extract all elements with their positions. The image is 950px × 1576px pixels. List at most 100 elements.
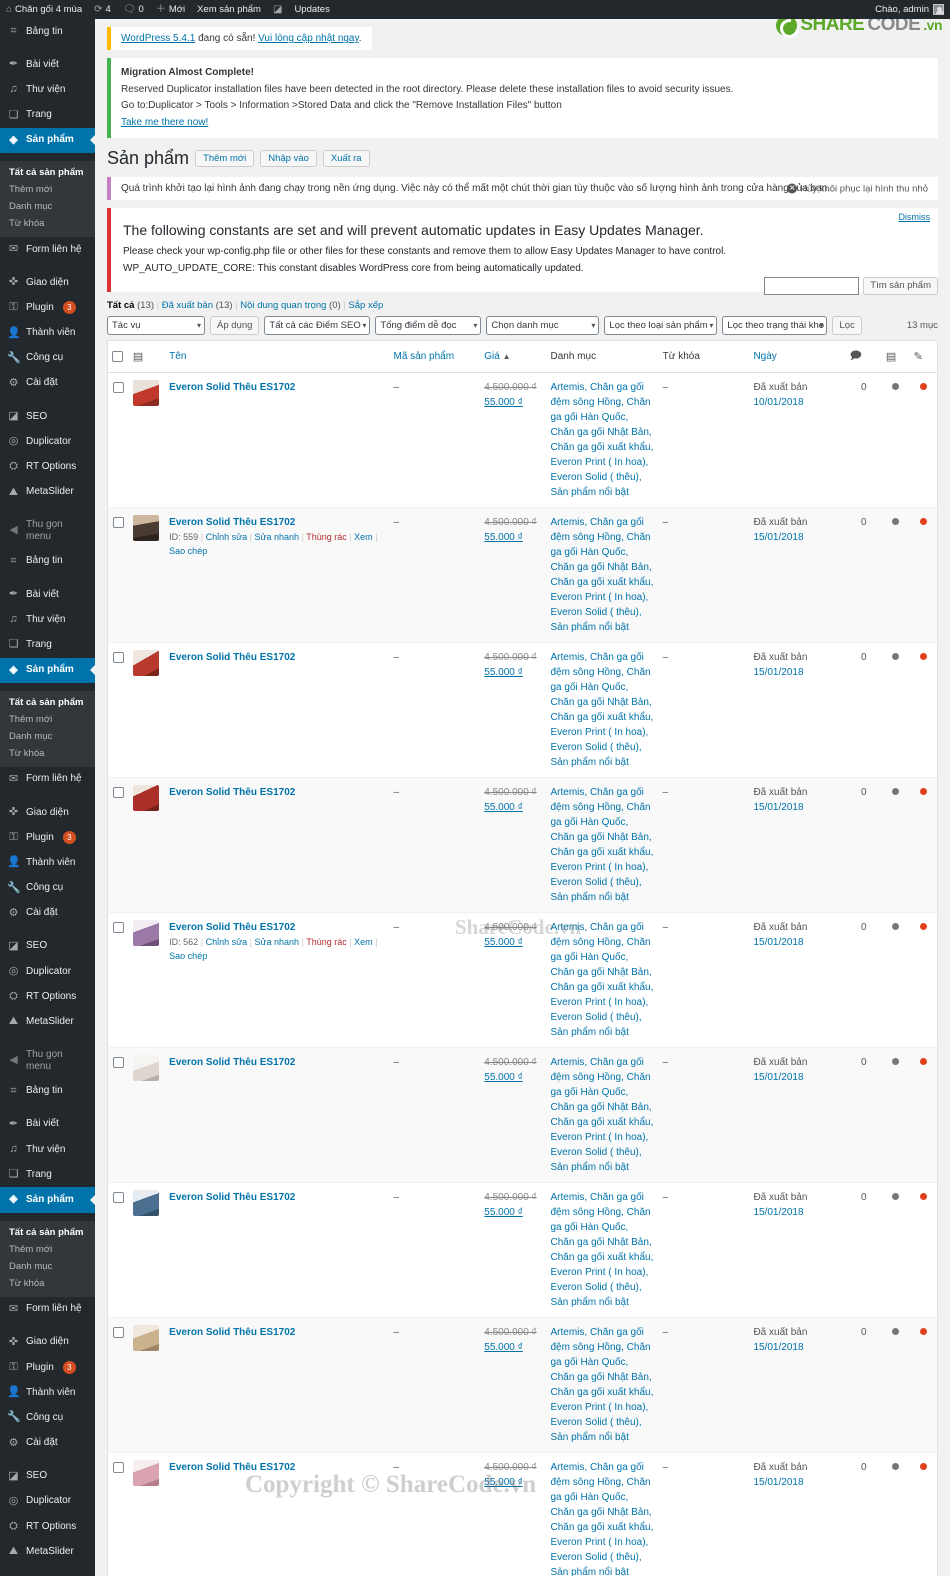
collapse-menu-button[interactable]: ◀Thu gọn menu [0, 1572, 95, 1576]
sidebar-item-plugins[interactable]: ⚿ Plugin 3 [0, 295, 95, 320]
row-checkbox[interactable] [112, 516, 124, 528]
row-checkbox[interactable] [112, 921, 124, 933]
price-column-label[interactable]: Giá [484, 351, 500, 362]
row-action-edit[interactable]: Chỉnh sửa [206, 532, 248, 542]
sidebar-item-seo[interactable]: ◪ SEO [0, 1464, 95, 1489]
table-row[interactable]: Everon Solid Thêu ES1702–4.500.000 ₫ 55.0… [107, 372, 938, 508]
adminbar-seo[interactable]: ◪ [267, 0, 288, 19]
sidebar-item-appearance[interactable]: ✜ Giao diện [0, 800, 95, 825]
select-all-checkbox[interactable] [112, 350, 123, 362]
row-action-quick-edit[interactable]: Sửa nhanh [255, 532, 300, 542]
sidebar-item-duplicator[interactable]: ◎ Duplicator [0, 959, 95, 984]
sidebar-item-plugins[interactable]: ⚿ Plugin 3 [0, 825, 95, 850]
row-checkbox[interactable] [112, 786, 124, 798]
sidebar-item-plugins[interactable]: ⚿ Plugin 3 [0, 1355, 95, 1380]
notice-update-link-action[interactable]: Vui lòng cập nhật ngay [258, 33, 359, 44]
sidebar-item-products[interactable]: ◈ Sản phẩm [0, 1187, 95, 1213]
adminbar-howdy[interactable]: Chào, admin [875, 4, 950, 15]
submenu-item-danh-mục[interactable]: Danh mục [0, 198, 95, 215]
sidebar-item-contact-form[interactable]: ✉ Form liên hệ [0, 767, 95, 792]
name-column-label[interactable]: Tên [169, 351, 186, 362]
sidebar-item-posts[interactable]: ✒ Bài viết [0, 1112, 95, 1137]
filter-sort[interactable]: Sắp xếp [348, 300, 383, 311]
admin-sidebar[interactable]: ⌗ Bảng tin ✒ Bài viết ♫ Thư viện ❏ Trang ◈ Sản ph… [0, 19, 95, 1576]
submenu-item-thêm-mới[interactable]: Thêm mới [0, 181, 95, 198]
row-checkbox[interactable] [112, 1191, 124, 1203]
select-all-header[interactable] [107, 340, 129, 373]
date-column-header[interactable]: Ngày [749, 340, 846, 373]
adminbar-site[interactable]: ⌂ Chăn gối 4 mùa [0, 0, 88, 19]
row-select-cell[interactable] [107, 507, 129, 643]
search-button[interactable]: Tìm sản phẩm [863, 277, 938, 295]
row-select-cell[interactable] [107, 372, 129, 508]
notice-duplicator-link[interactable]: Take me there now! [121, 117, 208, 128]
product-name-link[interactable]: Everon Solid Thêu ES1702 [169, 380, 385, 395]
seo-score-filter[interactable]: Tất cả các Điểm SEO [264, 316, 371, 335]
sidebar-item-contact-form[interactable]: ✉ Form liên hệ [0, 237, 95, 262]
publish-date[interactable]: 15/01/2018 [753, 1475, 841, 1490]
sidebar-item-pages[interactable]: ❏ Trang [0, 1162, 95, 1187]
publish-date[interactable]: 10/01/2018 [753, 395, 841, 410]
submenu-item-từ-khóa[interactable]: Từ khóa [0, 215, 95, 232]
product-name-link[interactable]: Everon Solid Thêu ES1702 [169, 1325, 385, 1340]
sidebar-item-pages[interactable]: ❏ Trang [0, 632, 95, 657]
sidebar-item-users[interactable]: 👤 Thành viên [0, 1380, 95, 1405]
table-row[interactable]: Everon Solid Thêu ES1702 ID: 559 | Chỉnh … [107, 507, 938, 643]
product-list-status-cell[interactable] [881, 1452, 910, 1576]
sidebar-item-settings[interactable]: ⚙ Cài đặt [0, 901, 95, 926]
category-filter[interactable]: Chọn danh mục [486, 316, 600, 335]
submenu-item-thêm-mới[interactable]: Thêm mới [0, 711, 95, 728]
row-select-cell[interactable] [107, 642, 129, 778]
category-links[interactable]: Artemis, Chăn ga gối đệm sông Hồng, Chăn… [551, 1462, 654, 1576]
row-select-cell[interactable] [107, 1452, 129, 1576]
collapse-menu-button[interactable]: ◀Thu gọn menu [0, 513, 95, 549]
submenu-item-tất-cả-sản-phẩm[interactable]: Tất cả sản phẩm [0, 1224, 95, 1241]
row-action-edit[interactable]: Chỉnh sửa [206, 937, 248, 947]
product-list-status-cell[interactable] [881, 1182, 910, 1318]
sku-column-header[interactable]: Mã sản phẩm [389, 340, 481, 373]
product-list-status-cell[interactable] [881, 642, 910, 778]
product-readability-cell[interactable] [909, 1317, 938, 1453]
table-row[interactable]: Everon Solid Thêu ES1702–4.500.000 ₫ 55.0… [107, 1452, 938, 1576]
product-list-status-cell[interactable] [881, 777, 910, 913]
sidebar-item-users[interactable]: 👤 Thành viên [0, 321, 95, 346]
table-row[interactable]: Everon Solid Thêu ES1702–4.500.000 ₫ 55.0… [107, 1182, 938, 1318]
sidebar-item-seo[interactable]: ◪ SEO [0, 934, 95, 959]
submenu-item-thêm-mới[interactable]: Thêm mới [0, 1241, 95, 1258]
sidebar-item-tools[interactable]: 🔧 Công cụ [0, 346, 95, 371]
publish-date[interactable]: 15/01/2018 [753, 800, 841, 815]
sidebar-item-duplicator[interactable]: ◎ Duplicator [0, 1489, 95, 1514]
sidebar-item-pages[interactable]: ❏ Trang [0, 103, 95, 128]
product-name-link[interactable]: Everon Solid Thêu ES1702 [169, 1055, 385, 1070]
date-column-label[interactable]: Ngày [753, 351, 841, 362]
publish-date[interactable]: 15/01/2018 [753, 665, 841, 680]
bulk-action-select[interactable]: Tác vụ [107, 316, 205, 335]
adminbar-updates-menu[interactable]: Updates [288, 0, 335, 19]
row-select-cell[interactable] [107, 1182, 129, 1318]
filter-all[interactable]: Tất cả [107, 300, 134, 311]
sidebar-item-tools[interactable]: 🔧 Công cụ [0, 1405, 95, 1430]
product-list-status-cell[interactable] [881, 507, 910, 643]
product-list-status-cell[interactable] [881, 912, 910, 1048]
sidebar-item-rt-options[interactable]: ⛭ RT Options [0, 1514, 95, 1539]
publish-date[interactable]: 15/01/2018 [753, 530, 841, 545]
row-action-view[interactable]: Xem [354, 532, 373, 542]
category-links[interactable]: Artemis, Chăn ga gối đệm sông Hồng, Chăn… [551, 517, 654, 633]
filter-important[interactable]: Nội dung quan trọng [240, 300, 326, 311]
sidebar-item-users[interactable]: 👤 Thành viên [0, 850, 95, 875]
sidebar-item-rt-options[interactable]: ⛭ RT Options [0, 984, 95, 1009]
sidebar-item-tools[interactable]: 🔧 Công cụ [0, 876, 95, 901]
product-list-status-cell[interactable] [881, 372, 910, 508]
row-action-trash[interactable]: Thùng rác [306, 532, 347, 542]
category-links[interactable]: Artemis, Chăn ga gối đệm sông Hồng, Chăn… [551, 1057, 654, 1173]
product-readability-cell[interactable] [909, 372, 938, 508]
row-checkbox[interactable] [112, 1056, 124, 1068]
sidebar-item-products[interactable]: ◈ Sản phẩm [0, 127, 95, 153]
sidebar-item-appearance[interactable]: ✜ Giao diện [0, 270, 95, 295]
product-readability-cell[interactable] [909, 1452, 938, 1576]
sidebar-item-metaslider[interactable]: ⛰ MetaSlider [0, 480, 95, 505]
name-column-header[interactable]: Tên [165, 340, 390, 373]
product-readability-cell[interactable] [909, 507, 938, 643]
product-name-link[interactable]: Everon Solid Thêu ES1702 [169, 1190, 385, 1205]
product-name-link[interactable]: Everon Solid Thêu ES1702 [169, 785, 385, 800]
